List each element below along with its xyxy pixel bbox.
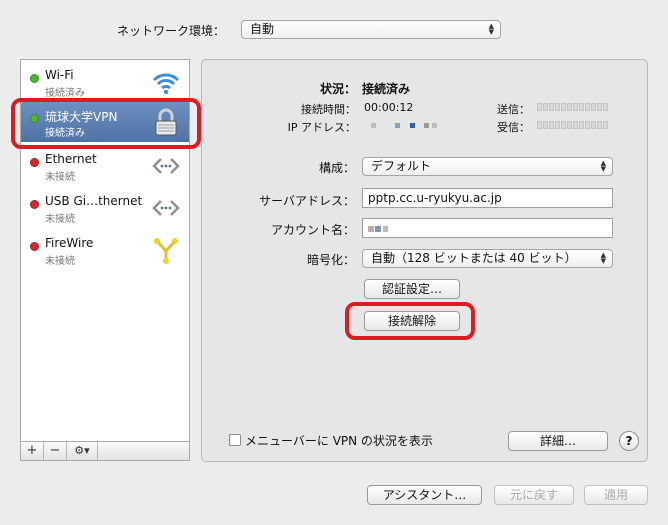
- ethernet-icon: [152, 158, 180, 174]
- service-status: 未接続: [45, 172, 75, 183]
- status-value: 接続済み: [362, 82, 411, 96]
- location-popup[interactable]: 自動 ▲ ▼: [241, 20, 501, 39]
- status-dot-red: [30, 200, 39, 209]
- received-meter: [537, 121, 608, 129]
- service-toolbar: + − ⚙▾: [20, 441, 190, 461]
- service-name: Ethernet: [45, 152, 97, 166]
- advanced-button[interactable]: 詳細…: [508, 431, 608, 451]
- service-status: 未接続: [45, 256, 75, 267]
- revert-button[interactable]: 元に戻す: [494, 485, 574, 505]
- connect-time-value: 00:00:12: [364, 101, 414, 114]
- service-firewire[interactable]: FireWire 未接続: [21, 230, 189, 270]
- sent-meter: [537, 103, 608, 111]
- account-name-field[interactable]: [362, 218, 613, 238]
- config-label: 構成：: [318, 161, 355, 175]
- show-vpn-status-checkbox[interactable]: [229, 434, 241, 446]
- location-label: ネットワーク環境：: [117, 24, 226, 38]
- help-button[interactable]: ?: [619, 431, 639, 451]
- service-name: Wi-Fi: [45, 68, 74, 82]
- firewire-icon: [154, 238, 178, 264]
- account-name-blurred: [368, 226, 374, 232]
- config-popup[interactable]: デフォルト ▲ ▼: [362, 157, 613, 176]
- service-status: 接続済み: [45, 88, 85, 99]
- popup-arrows-icon: ▲ ▼: [600, 251, 606, 265]
- assistant-button[interactable]: アシスタント…: [367, 485, 482, 505]
- gear-icon[interactable]: ⚙▾: [67, 442, 98, 460]
- account-name-label: アカウント名：: [270, 223, 355, 237]
- show-vpn-status-label: メニューバーに VPN の状況を表示: [245, 434, 433, 448]
- received-label: 受信：: [497, 121, 530, 134]
- ip-address-label: IP アドレス：: [287, 121, 356, 134]
- encryption-value: 自動（128 ビットまたは 40 ビット）: [371, 251, 577, 265]
- service-usb-ethernet[interactable]: USB Gi…thernet 未接続: [21, 188, 189, 228]
- config-value: デフォルト: [371, 159, 432, 173]
- status-dot-green: [30, 74, 39, 83]
- highlight-ring-disconnect: [345, 302, 475, 340]
- auth-settings-button[interactable]: 認証設定…: [364, 279, 460, 299]
- popup-arrows-icon: ▲ ▼: [488, 22, 494, 36]
- sent-label: 送信：: [497, 103, 530, 116]
- service-status: 未接続: [45, 214, 75, 225]
- server-address-label: サーバアドレス：: [259, 194, 355, 208]
- ethernet-icon: [152, 200, 180, 216]
- status-dot-red: [30, 242, 39, 251]
- highlight-ring-vpn: [11, 98, 201, 149]
- server-address-field[interactable]: pptp.cc.u-ryukyu.ac.jp: [362, 188, 613, 208]
- status-dot-red: [30, 158, 39, 167]
- encryption-label: 暗号化：: [306, 253, 355, 267]
- connect-time-label: 接続時間：: [301, 103, 356, 116]
- popup-arrows-icon: ▲ ▼: [600, 159, 606, 173]
- add-service-button[interactable]: +: [21, 442, 44, 460]
- apply-button[interactable]: 適用: [584, 485, 648, 505]
- service-ethernet[interactable]: Ethernet 未接続: [21, 146, 189, 186]
- encryption-popup[interactable]: 自動（128 ビットまたは 40 ビット） ▲ ▼: [362, 249, 613, 268]
- wifi-icon: [152, 73, 180, 95]
- location-value: 自動: [250, 22, 275, 36]
- status-label: 状況：: [319, 82, 356, 96]
- remove-service-button[interactable]: −: [44, 442, 67, 460]
- service-wifi[interactable]: Wi-Fi 接続済み: [21, 62, 189, 102]
- service-name: USB Gi…thernet: [45, 194, 143, 208]
- service-name: FireWire: [45, 236, 94, 250]
